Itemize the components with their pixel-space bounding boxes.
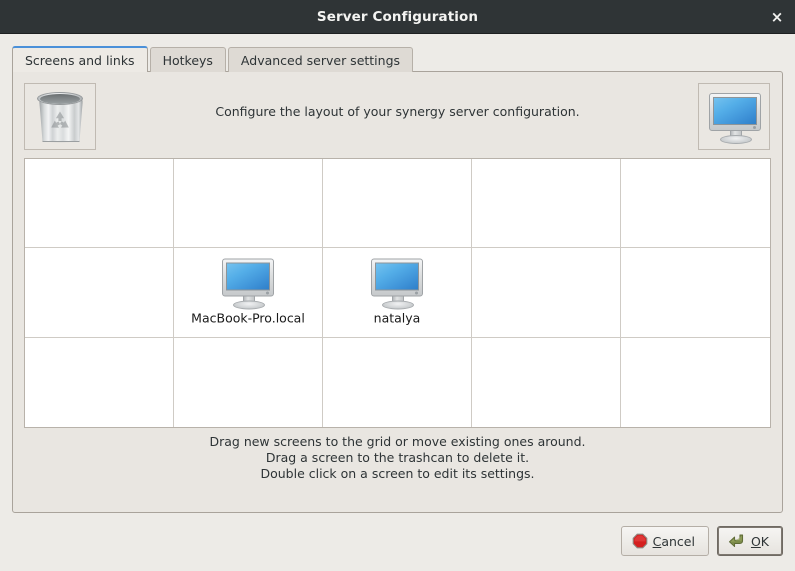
cancel-button[interactable]: Cancel [620,526,709,556]
tab-bar: Screens and links Hotkeys Advanced serve… [12,46,415,72]
grid-cell[interactable] [174,159,323,249]
grid-cell[interactable] [621,338,770,427]
screens-and-links-panel: Configure the layout of your synergy ser… [12,71,783,513]
instruction-line-3: Double click on a screen to edit its set… [260,466,535,482]
instruction-line-1: Drag new screens to the grid or move exi… [209,434,586,449]
recycle-symbol-icon [51,111,69,128]
ok-button-label: OK [750,533,769,549]
grid-cell-screen-natalya[interactable]: natalya [323,248,472,338]
monitor-icon [709,93,761,144]
grid-cell[interactable] [621,159,770,249]
titlebar: Server Configuration × [0,0,795,34]
grid-cell[interactable] [323,159,472,249]
instruction-line-2: Drag a screen to the trashcan to delete … [265,450,530,466]
trashcan-icon [34,90,86,144]
grid-cell[interactable] [25,159,174,249]
grid-cell[interactable] [25,337,174,427]
enter-arrow-icon [728,534,744,548]
screen-item[interactable]: MacBook-Pro.local [174,258,322,326]
new-screen-source[interactable] [698,83,770,150]
trashcan-drop-target[interactable] [24,83,96,150]
grid-cell[interactable] [25,248,174,338]
grid-cell[interactable] [174,337,323,427]
monitor-icon [222,258,274,310]
grid-cell[interactable] [323,337,472,427]
tab-advanced-server-settings[interactable]: Advanced server settings [227,47,414,72]
toolbar: Configure the layout of your synergy ser… [13,72,782,152]
tab-screens-and-links[interactable]: Screens and links [12,46,148,72]
dialog-button-bar: Cancel OK [620,526,783,556]
close-icon[interactable]: × [767,8,787,28]
screen-label: natalya [373,310,421,326]
grid-cell[interactable] [621,248,770,338]
tab-hotkeys[interactable]: Hotkeys [149,47,226,72]
ok-button[interactable]: OK [716,526,783,556]
grid-cell[interactable] [472,337,621,427]
server-configuration-window: Server Configuration × Screens and links… [0,0,795,571]
panel-header-text: Configure the layout of your synergy ser… [215,104,580,119]
stop-octagon-icon [632,533,647,549]
screen-grid[interactable]: MacBook-Pro.local natalya [24,158,771,428]
monitor-icon [371,258,423,310]
grid-instructions: Drag new screens to the grid or move exi… [13,434,782,483]
grid-cell[interactable] [472,159,621,249]
grid-cell-screen-macbook[interactable]: MacBook-Pro.local [174,248,323,338]
cancel-button-label: Cancel [652,533,695,549]
window-title: Server Configuration [316,9,479,25]
grid-cell[interactable] [472,248,621,338]
screen-item[interactable]: natalya [323,258,471,326]
screen-label: MacBook-Pro.local [191,310,305,326]
